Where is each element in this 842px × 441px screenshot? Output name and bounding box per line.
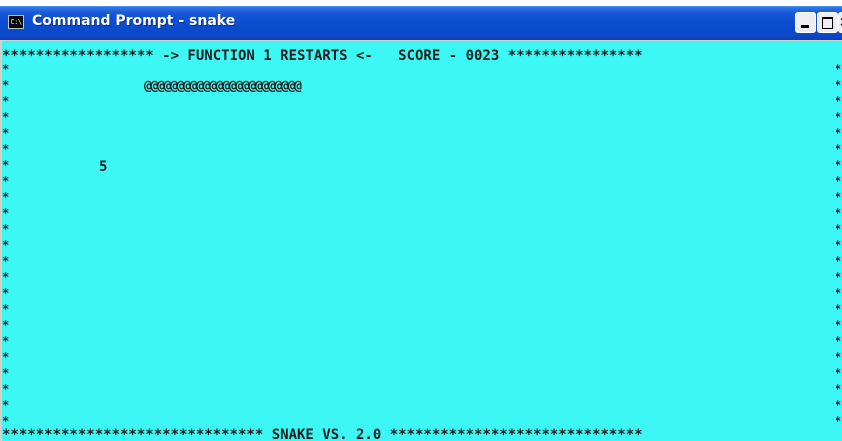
border-star: * bbox=[836, 127, 841, 139]
border-star: * bbox=[836, 79, 841, 91]
left-border: * * * * * * * * * * * * * * * * * * * * * * * bbox=[2, 61, 14, 427]
food-item: 5 bbox=[99, 159, 108, 175]
maximize-icon bbox=[822, 17, 833, 29]
border-star: * bbox=[2, 238, 10, 252]
border-star: * bbox=[2, 414, 10, 428]
minimize-button[interactable] bbox=[795, 12, 816, 33]
command-prompt-icon[interactable]: C:\ bbox=[8, 15, 24, 29]
command-prompt-window: C:\ Command Prompt - snake × ***********… bbox=[0, 0, 842, 441]
title-bar[interactable]: C:\ Command Prompt - snake × bbox=[0, 6, 842, 40]
right-border: * * * * * * * * * * * * * * * * * * * * * * * bbox=[836, 61, 842, 427]
border-star: * bbox=[2, 222, 10, 236]
border-star: * bbox=[836, 159, 841, 171]
window-title: Command Prompt - snake bbox=[32, 13, 236, 29]
border-star: * bbox=[2, 174, 10, 188]
minimize-icon bbox=[801, 25, 809, 28]
border-star: * bbox=[2, 398, 10, 412]
game-header-line: ****************** -> FUNCTION 1 RESTART… bbox=[2, 48, 643, 64]
border-star: * bbox=[836, 63, 841, 75]
border-star: * bbox=[2, 382, 10, 396]
close-button[interactable]: × bbox=[838, 12, 842, 33]
border-star: * bbox=[2, 78, 10, 92]
border-star: * bbox=[2, 62, 10, 76]
border-star: * bbox=[836, 287, 841, 299]
border-star: * bbox=[836, 367, 841, 379]
border-star: * bbox=[2, 286, 10, 300]
snake-body: @@@@@@@@@@@@@@@@@@@@@@@@ bbox=[144, 79, 302, 94]
border-star: * bbox=[2, 126, 10, 140]
border-star: * bbox=[2, 366, 10, 380]
border-star: * bbox=[2, 302, 10, 316]
border-star: * bbox=[836, 95, 841, 107]
border-star: * bbox=[836, 335, 841, 347]
border-star: * bbox=[2, 190, 10, 204]
border-star: * bbox=[836, 383, 841, 395]
border-star: * bbox=[836, 239, 841, 251]
maximize-button[interactable] bbox=[817, 12, 838, 33]
border-star: * bbox=[836, 319, 841, 331]
border-star: * bbox=[2, 158, 10, 172]
border-star: * bbox=[2, 270, 10, 284]
border-star: * bbox=[836, 175, 841, 187]
border-star: * bbox=[836, 223, 841, 235]
border-star: * bbox=[2, 94, 10, 108]
border-star: * bbox=[836, 255, 841, 267]
border-star: * bbox=[2, 206, 10, 220]
border-star: * bbox=[836, 399, 841, 411]
border-star: * bbox=[2, 318, 10, 332]
border-star: * bbox=[2, 254, 10, 268]
border-star: * bbox=[2, 334, 10, 348]
border-star: * bbox=[2, 142, 10, 156]
border-star: * bbox=[836, 207, 841, 219]
border-star: * bbox=[836, 271, 841, 283]
border-star: * bbox=[836, 191, 841, 203]
border-star: * bbox=[836, 415, 841, 427]
border-star: * bbox=[836, 303, 841, 315]
console-screen[interactable]: ****************** -> FUNCTION 1 RESTART… bbox=[2, 41, 842, 441]
border-star: * bbox=[836, 143, 841, 155]
game-footer-line: ******************************* SNAKE VS… bbox=[2, 427, 643, 441]
border-star: * bbox=[2, 110, 10, 124]
border-star: * bbox=[836, 351, 841, 363]
border-star: * bbox=[2, 350, 10, 364]
border-star: * bbox=[836, 111, 841, 123]
